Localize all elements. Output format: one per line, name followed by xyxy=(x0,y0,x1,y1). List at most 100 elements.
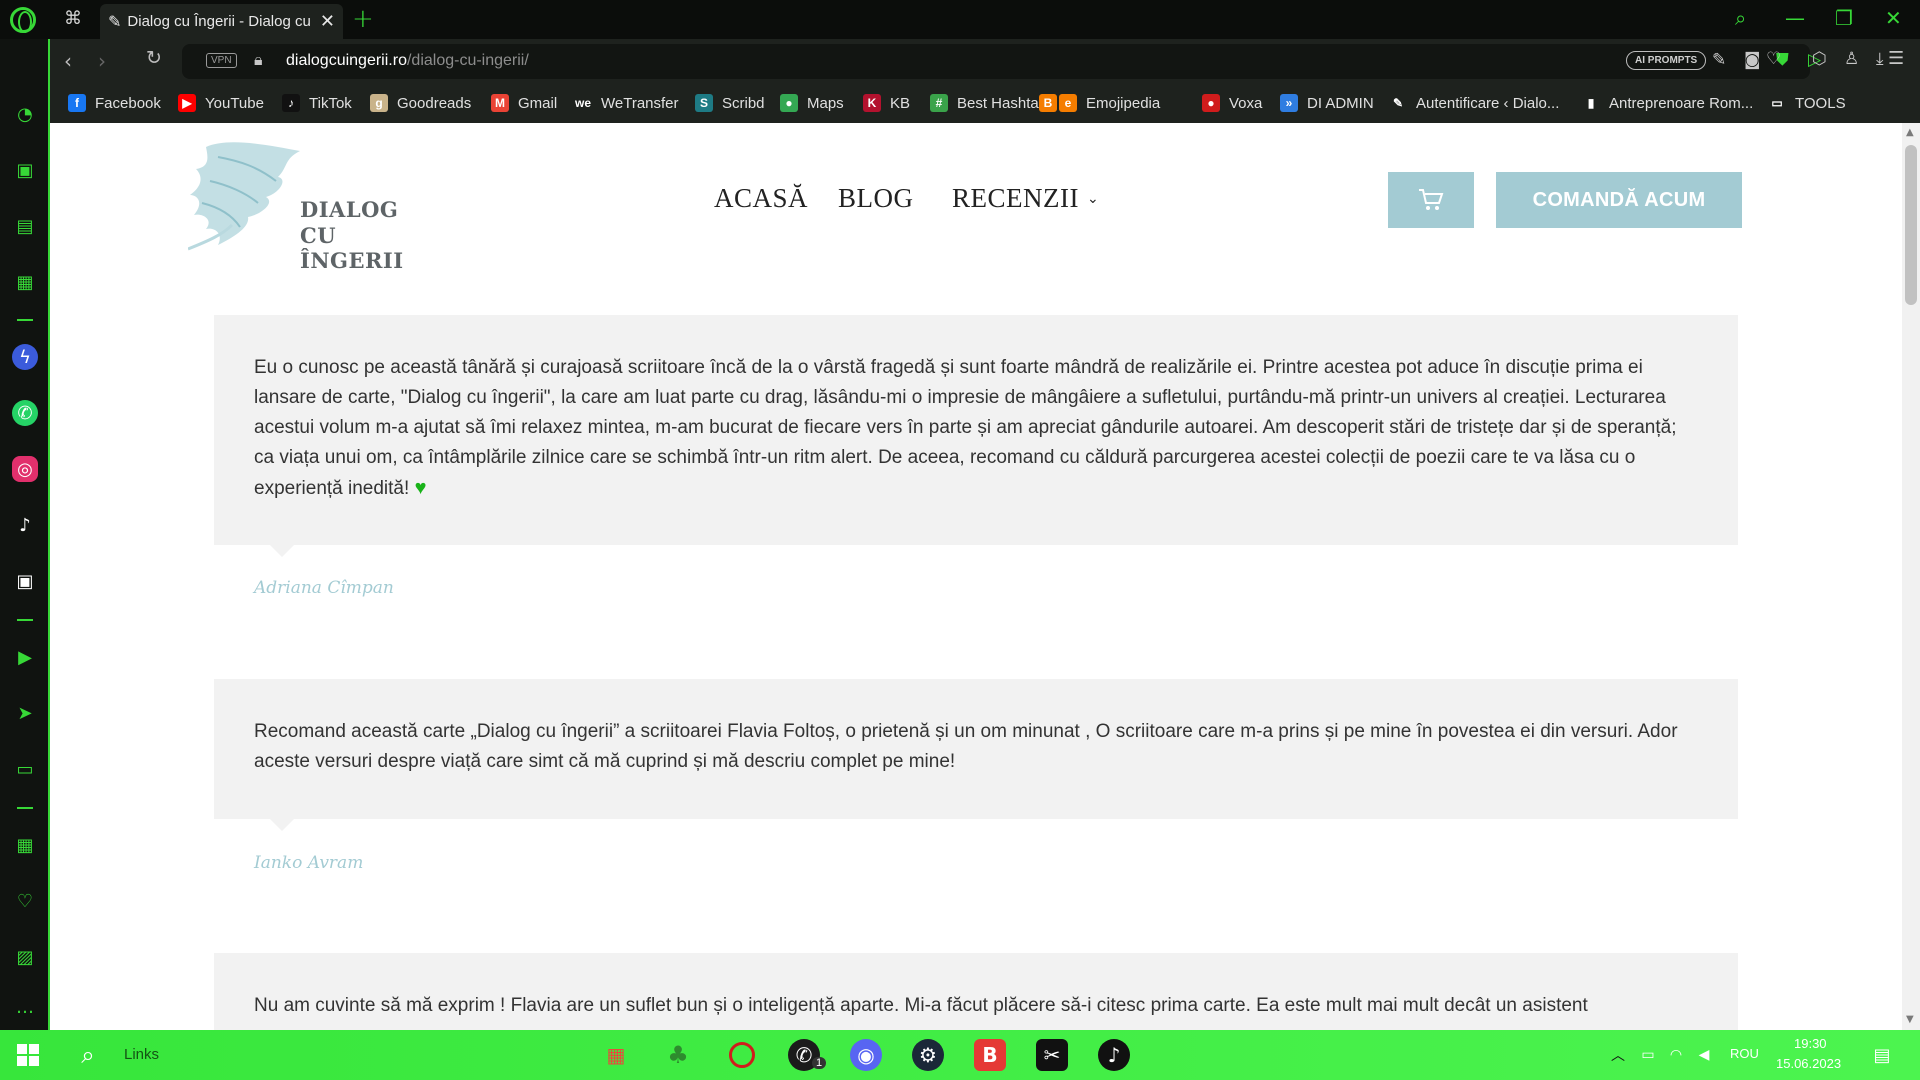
discord-icon[interactable]: ▣ xyxy=(12,568,38,594)
heart-icon[interactable]: ♡ xyxy=(12,888,38,914)
bookmark-label: DI ADMIN xyxy=(1307,94,1374,112)
gallery-icon[interactable]: ▨ xyxy=(12,944,38,970)
player-icon[interactable]: ▶ xyxy=(12,644,38,670)
scrollbar-thumb[interactable] xyxy=(1905,145,1917,305)
bookmark-item[interactable]: we WeTransfer xyxy=(574,94,679,112)
scroll-down-icon[interactable]: ▼ xyxy=(1906,1014,1914,1025)
clock-date[interactable]: 15.06.2023 xyxy=(1776,1056,1841,1071)
steam-icon[interactable]: ⚙ xyxy=(912,1039,944,1071)
opera-logo-icon[interactable] xyxy=(10,7,36,33)
bookmark-label: Maps xyxy=(807,94,844,112)
bookmark-item[interactable]: ✎ Autentificare ‹ Dialo... xyxy=(1389,94,1559,112)
restore-icon[interactable]: ❐ xyxy=(1835,6,1853,30)
bookmark-item[interactable]: g Goodreads xyxy=(370,94,471,112)
menu-item-blog[interactable]: BLOG xyxy=(838,183,914,214)
speed-dial-icon[interactable]: ◔ xyxy=(12,101,38,127)
heart-outline-icon[interactable]: ♡ xyxy=(1766,49,1781,69)
bookmark-item[interactable]: ▮ Antreprenoare Rom... xyxy=(1582,94,1753,112)
microsoft-store-icon[interactable]: ▦ xyxy=(600,1039,632,1071)
bookmark-item[interactable]: » DI ADMIN xyxy=(1280,94,1374,112)
bookmark-item[interactable]: M Gmail xyxy=(491,94,557,112)
send-icon[interactable]: ➤ xyxy=(12,700,38,726)
search-icon[interactable]: ⌕ xyxy=(72,1039,104,1071)
tab-close-icon[interactable]: ✕ xyxy=(320,11,335,32)
bookmark-item[interactable]: K KB xyxy=(863,94,910,112)
language-indicator[interactable]: ROU xyxy=(1730,1046,1759,1061)
logo-line-2: CU ÎNGERII xyxy=(300,223,404,273)
wallet-icon[interactable]: ▭ xyxy=(12,756,38,782)
bookmark-item[interactable]: e Emojipedia xyxy=(1059,94,1160,112)
camera-icon[interactable]: ◙ xyxy=(1744,50,1761,70)
search-tabs-icon[interactable]: ⌕ xyxy=(1735,6,1746,30)
new-tab-icon[interactable]: + xyxy=(352,4,374,34)
easy-setup-icon[interactable]: ☰ xyxy=(1888,48,1904,69)
instagram-icon[interactable]: ◎ xyxy=(12,456,38,482)
page-scrollbar[interactable]: ▲ ▼ xyxy=(1902,123,1920,1030)
address-field[interactable]: VPN 🔒︎ dialogcuingerii.ro/dialog-cu-inge… xyxy=(182,44,1821,79)
tiktok-taskbar-icon[interactable]: ♪ xyxy=(1098,1039,1130,1071)
whatsapp-icon[interactable]: ✆ xyxy=(12,400,38,426)
volume-icon[interactable]: ◀︎ xyxy=(1688,1039,1720,1071)
messenger-icon[interactable]: ϟ xyxy=(12,344,38,370)
menu-item-home[interactable]: ACASĂ xyxy=(714,183,808,214)
address-bar-row: ‹ › ↻ VPN 🔒︎ dialogcuingerii.ro/dialog-c… xyxy=(50,39,1920,84)
bookmark-item[interactable]: S Scribd xyxy=(695,94,765,112)
opera-taskbar-icon[interactable] xyxy=(726,1039,758,1071)
taskbar-search-label[interactable]: Links xyxy=(124,1046,159,1063)
tab-active[interactable]: ✎ Dialog cu Îngerii - Dialog cu ✕ xyxy=(100,4,343,39)
tiktok-icon[interactable]: ♪ xyxy=(12,512,38,538)
download-icon[interactable]: ⤓ xyxy=(1876,49,1884,69)
scribd-icon: S xyxy=(695,94,713,112)
menu-item-reviews[interactable]: RECENZII ⌄ xyxy=(952,183,1099,214)
profile-icon[interactable]: ♙ xyxy=(1844,49,1859,69)
bookmark-item[interactable]: ♪ TikTok xyxy=(282,94,352,112)
order-now-button[interactable]: COMANDĂ ACUM xyxy=(1496,172,1742,228)
bookmark-label: WeTransfer xyxy=(601,94,679,112)
ai-prompts-button[interactable]: AI PROMPTS xyxy=(1626,51,1707,70)
forward-icon[interactable]: › xyxy=(98,49,106,73)
edit-icon[interactable]: ✎ xyxy=(1712,50,1726,70)
twitch-icon[interactable]: ▤ xyxy=(12,213,38,239)
bookmark-item[interactable]: ● Maps xyxy=(780,94,844,112)
workspaces-icon[interactable]: ▦ xyxy=(12,832,38,858)
angel-favicon-icon: ✎ xyxy=(108,12,122,31)
reload-icon[interactable]: ↻ xyxy=(146,47,162,69)
url-text[interactable]: dialogcuingerii.ro/dialog-cu-ingerii/ xyxy=(286,52,529,70)
more-icon[interactable]: … xyxy=(12,994,38,1020)
gamepad-icon[interactable]: ⌘ xyxy=(64,8,82,29)
back-icon[interactable]: ‹ xyxy=(64,49,72,73)
lock-icon[interactable]: 🔒︎ xyxy=(254,50,263,70)
bookmark-item[interactable]: f Facebook xyxy=(68,94,161,112)
start-windows-icon[interactable] xyxy=(12,1039,44,1071)
capcut-icon[interactable]: ✂ xyxy=(1036,1039,1068,1071)
clock-time[interactable]: 19:30 xyxy=(1794,1036,1827,1051)
minimize-icon[interactable]: — xyxy=(1785,6,1805,30)
bookmark-item[interactable]: ▶ YouTube xyxy=(178,94,264,112)
taskbar: ⌕ Links ▦ ♣ ✆ 1 ◉ ⚙ B ✂ ♪ ︿ ▭ ◠ ◀︎ ROU 1… xyxy=(0,1030,1920,1080)
opera-sidebar: ◔ ▣ ▤ ▦ ϟ ✆ ◎ ♪ ▣ ▶ ➤ ▭ ▦ ♡ ▨ … xyxy=(0,39,50,1030)
sidebar-divider xyxy=(17,807,33,809)
bookmark-item[interactable]: ● Voxa xyxy=(1202,94,1262,112)
clover-icon[interactable]: ♣ xyxy=(662,1039,694,1071)
cpu-icon[interactable]: ▦ xyxy=(12,269,38,295)
tray-chevron-up-icon[interactable]: ︿ xyxy=(1602,1039,1634,1071)
vpn-badge[interactable]: VPN xyxy=(206,53,237,68)
bookmark-label: Goodreads xyxy=(397,94,472,112)
b-app-icon[interactable]: B xyxy=(974,1039,1006,1071)
bookmark-label: TOOLS xyxy=(1795,94,1846,112)
bookmark-label: Gmail xyxy=(518,94,558,112)
kb-icon: K xyxy=(863,94,881,112)
folder-icon: ▭ xyxy=(1768,94,1786,112)
gmail-icon: M xyxy=(491,94,509,112)
close-window-icon[interactable]: ✕ xyxy=(1885,6,1902,30)
angel-icon: ✎ xyxy=(1389,94,1407,112)
notifications-icon[interactable]: ▤ xyxy=(1866,1039,1898,1071)
shopping-bag-icon[interactable]: ▣ xyxy=(12,157,38,183)
site-logo[interactable]: DIALOG CU ÎNGERII xyxy=(188,137,428,273)
bookmark-item[interactable]: # Best Hashtag xyxy=(930,94,1047,112)
bookmark-item[interactable]: ▭ TOOLS xyxy=(1768,94,1846,112)
extensions-cube-icon[interactable]: ⬡ xyxy=(1812,49,1827,69)
cart-button[interactable] xyxy=(1388,172,1474,228)
scroll-up-icon[interactable]: ▲ xyxy=(1906,127,1914,138)
discord-taskbar-icon[interactable]: ◉ xyxy=(850,1039,882,1071)
